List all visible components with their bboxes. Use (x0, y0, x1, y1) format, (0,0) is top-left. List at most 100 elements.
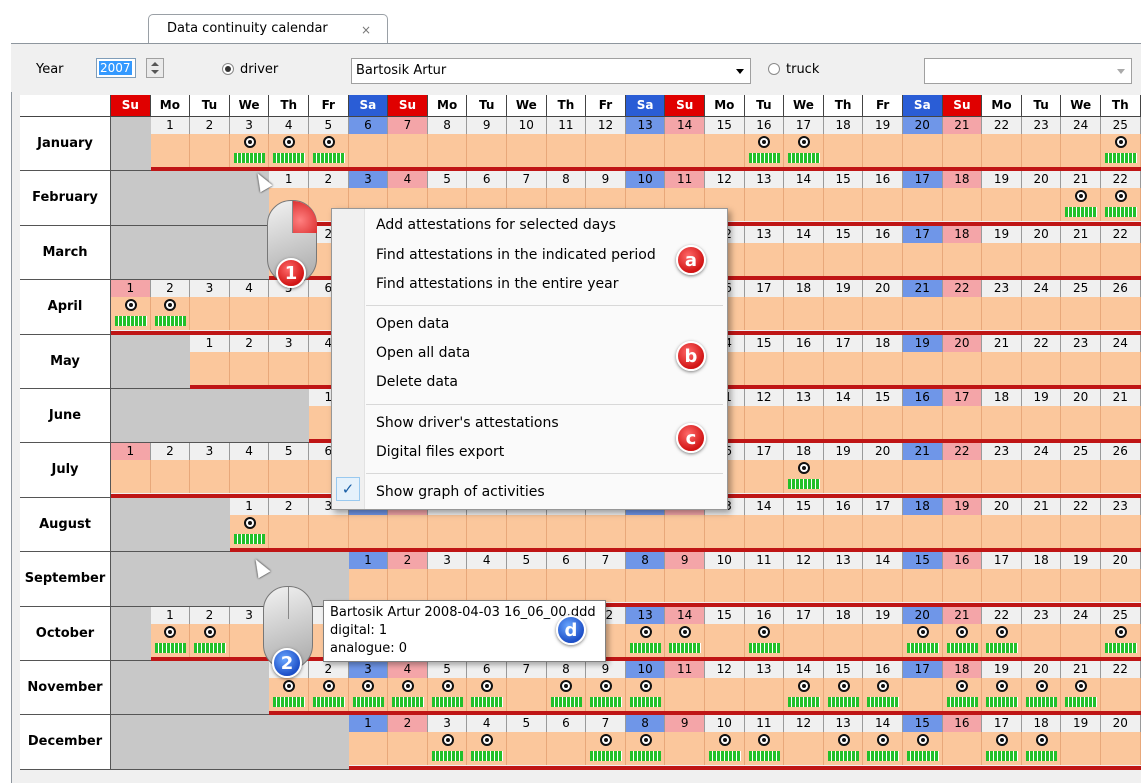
menu-item-add-attestations[interactable]: Add attestations for selected days (376, 217, 616, 233)
calendar-day[interactable]: 18 (863, 334, 903, 389)
calendar-day[interactable]: 8 (427, 117, 468, 172)
attestation-icon[interactable] (995, 680, 1008, 692)
attestation-icon[interactable] (441, 734, 454, 747)
calendar-day[interactable]: 21 (942, 606, 983, 661)
calendar-day[interactable]: 8 (546, 661, 587, 716)
attestation-icon[interactable] (639, 680, 652, 692)
calendar-day[interactable]: 23 (1021, 606, 1062, 661)
attestation-icon[interactable] (1035, 734, 1048, 747)
calendar-day[interactable]: 9 (665, 552, 705, 607)
calendar-day[interactable]: 2 (150, 280, 191, 335)
calendar-day[interactable]: 5 (269, 443, 309, 498)
calendar-day[interactable]: 12 (705, 661, 745, 716)
calendar-day[interactable]: 21 (942, 117, 983, 172)
calendar-day[interactable]: 6 (546, 552, 587, 607)
calendar-day[interactable]: 19 (982, 225, 1022, 281)
calendar-day[interactable]: 7 (586, 552, 626, 607)
calendar-day[interactable]: 20 (1021, 661, 1062, 716)
calendar-day[interactable]: 19 (863, 117, 903, 172)
calendar-day[interactable]: 19 (1021, 389, 1062, 444)
calendar-day[interactable]: 1 (150, 606, 191, 661)
calendar-day[interactable]: 16 (942, 715, 983, 770)
calendar-day[interactable]: 4 (229, 280, 270, 335)
calendar-day[interactable]: 22 (1101, 661, 1141, 716)
calendar-day[interactable]: 12 (784, 715, 824, 770)
calendar-day[interactable]: 17 (784, 117, 824, 172)
calendar-day[interactable]: 19 (982, 171, 1022, 226)
calendar-day[interactable]: 18 (1021, 552, 1062, 607)
calendar-day[interactable]: 16 (942, 552, 983, 607)
calendar-day[interactable]: 4 (467, 715, 507, 770)
attestation-icon[interactable] (956, 625, 969, 638)
calendar-day[interactable]: 20 (863, 280, 903, 335)
calendar-day[interactable]: 14 (863, 552, 903, 607)
chevron-up-icon[interactable] (151, 62, 159, 66)
calendar-day[interactable]: 3 (190, 280, 230, 335)
attestation-icon[interactable] (124, 299, 137, 312)
calendar-day[interactable]: 2 (190, 117, 230, 172)
calendar-day[interactable]: 21 (903, 280, 943, 335)
attestation-icon[interactable] (679, 625, 692, 638)
calendar-day[interactable]: 17 (744, 280, 785, 335)
attestation-icon[interactable] (599, 680, 612, 692)
calendar-day[interactable]: 18 (823, 606, 864, 661)
attestation-icon[interactable] (243, 516, 256, 529)
attestation-icon[interactable] (639, 625, 652, 638)
calendar-day[interactable]: 17 (863, 497, 903, 553)
calendar-day[interactable]: 4 (229, 443, 270, 498)
calendar-day[interactable]: 15 (705, 606, 745, 661)
calendar-day[interactable]: 11 (744, 552, 785, 607)
attestation-icon[interactable] (441, 680, 454, 692)
calendar-day[interactable]: 19 (903, 334, 943, 389)
calendar-day[interactable]: 23 (982, 443, 1022, 498)
calendar-day[interactable]: 5 (269, 280, 309, 335)
calendar-day[interactable]: 21 (903, 443, 943, 498)
calendar-day[interactable]: 13 (744, 225, 785, 281)
calendar-day[interactable]: 25 (1101, 606, 1141, 661)
chevron-down-icon[interactable] (736, 69, 744, 74)
attestation-icon[interactable] (243, 136, 256, 148)
calendar-day[interactable]: 17 (903, 225, 943, 281)
calendar-day[interactable]: 13 (823, 552, 864, 607)
calendar-day[interactable]: 14 (784, 225, 824, 281)
menu-item-show-graph[interactable]: Show graph of activities (376, 484, 545, 500)
calendar-day[interactable]: 12 (744, 389, 785, 444)
calendar-day[interactable]: 1 (111, 280, 151, 335)
calendar-day[interactable]: 11 (665, 661, 705, 716)
calendar-day[interactable]: 23 (1061, 334, 1101, 389)
calendar-day[interactable]: 20 (982, 497, 1022, 553)
calendar-day[interactable]: 16 (863, 661, 903, 716)
calendar-day[interactable]: 22 (942, 280, 983, 335)
calendar-day[interactable]: 3 (190, 443, 230, 498)
attestation-icon[interactable] (758, 625, 771, 638)
calendar-day[interactable]: 5 (309, 117, 349, 172)
year-stepper[interactable] (146, 58, 164, 78)
calendar-day[interactable]: 18 (784, 443, 824, 498)
calendar-day[interactable]: 14 (823, 389, 864, 444)
calendar-day[interactable]: 7 (507, 661, 547, 716)
attestation-icon[interactable] (203, 625, 216, 638)
calendar-day[interactable]: 20 (1101, 715, 1141, 770)
calendar-day[interactable]: 25 (1061, 280, 1101, 335)
calendar-day[interactable]: 17 (982, 715, 1022, 770)
calendar-day[interactable]: 15 (744, 334, 785, 389)
attestation-icon[interactable] (1035, 680, 1048, 692)
calendar-day[interactable]: 16 (863, 225, 903, 281)
calendar-day[interactable]: 8 (625, 715, 666, 770)
truck-radio[interactable] (768, 63, 780, 75)
attestation-icon[interactable] (797, 680, 810, 692)
calendar-day[interactable]: 17 (903, 661, 943, 716)
calendar-day[interactable]: 25 (1101, 117, 1141, 172)
calendar-day[interactable]: 14 (784, 171, 824, 226)
attestation-icon[interactable] (322, 680, 335, 692)
attestation-icon[interactable] (837, 680, 850, 692)
calendar-day[interactable]: 21 (1021, 497, 1062, 553)
calendar-day[interactable]: 3 (269, 334, 309, 389)
calendar-day[interactable]: 16 (823, 497, 864, 553)
calendar-day[interactable]: 14 (665, 606, 705, 661)
calendar-day[interactable]: 3 (348, 661, 389, 716)
calendar-day[interactable]: 13 (625, 606, 666, 661)
calendar-day[interactable]: 19 (863, 606, 903, 661)
calendar-day[interactable]: 17 (942, 389, 983, 444)
calendar-day[interactable]: 11 (546, 117, 587, 172)
